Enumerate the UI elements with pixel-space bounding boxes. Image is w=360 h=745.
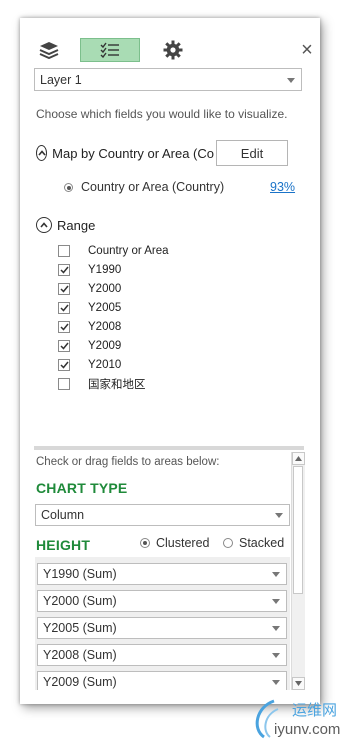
fields-list-icon[interactable] bbox=[80, 38, 140, 62]
pane-splitter[interactable] bbox=[34, 446, 304, 450]
field-checkbox-checked[interactable] bbox=[58, 302, 70, 314]
field-label: 国家和地区 bbox=[88, 379, 146, 391]
height-field-list: Y1990 (Sum) Y2000 (Sum) Y2005 (Sum) Y200… bbox=[35, 557, 290, 690]
layer-select-value: Layer 1 bbox=[40, 72, 82, 87]
chevron-down-icon bbox=[287, 77, 295, 83]
field-checkbox[interactable] bbox=[58, 378, 70, 390]
watermark-brand: 运维网 bbox=[292, 701, 338, 719]
chevron-down-icon[interactable] bbox=[272, 599, 280, 604]
height-field-item[interactable]: Y2000 (Sum) bbox=[37, 590, 287, 612]
geo-radio[interactable] bbox=[64, 182, 73, 192]
field-label: Y2009 bbox=[88, 340, 122, 352]
close-icon[interactable]: × bbox=[298, 38, 316, 62]
stacked-label: Stacked bbox=[239, 536, 285, 550]
range-header[interactable]: Range bbox=[36, 217, 95, 233]
chevron-down-icon[interactable] bbox=[272, 653, 280, 658]
stacked-radio[interactable] bbox=[223, 538, 233, 548]
field-row[interactable]: Y2008 bbox=[58, 318, 121, 336]
height-field-label: Y1990 (Sum) bbox=[43, 567, 117, 581]
layer-pane: × Layer 1 Choose which fields you would … bbox=[20, 18, 320, 704]
stacked-option[interactable]: Stacked bbox=[223, 536, 284, 550]
field-label: Y1990 bbox=[88, 264, 122, 276]
chevron-down-icon[interactable] bbox=[272, 680, 280, 685]
chart-type-select[interactable]: Column bbox=[35, 504, 290, 526]
clustered-label: Clustered bbox=[156, 536, 210, 550]
choose-fields-text: Choose which fields you would like to vi… bbox=[36, 107, 288, 121]
chevron-down-icon[interactable] bbox=[272, 626, 280, 631]
field-row[interactable]: Y1990 bbox=[58, 261, 121, 279]
geo-field-option[interactable]: Country or Area (Country) bbox=[64, 180, 224, 194]
field-row[interactable]: Y2005 bbox=[58, 299, 121, 317]
collapse-up-icon[interactable] bbox=[36, 217, 52, 233]
watermark-url: iyunv.com bbox=[274, 721, 341, 738]
field-checkbox-checked[interactable] bbox=[58, 340, 70, 352]
field-checkbox-checked[interactable] bbox=[58, 264, 70, 276]
field-row[interactable]: Y2009 bbox=[58, 337, 121, 355]
height-heading: HEIGHT bbox=[36, 537, 91, 553]
clustered-radio[interactable] bbox=[140, 538, 150, 548]
scroll-up-icon[interactable] bbox=[292, 452, 305, 465]
gear-icon[interactable] bbox=[160, 38, 186, 62]
field-label: Y2008 bbox=[88, 321, 122, 333]
drag-fields-text: Check or drag fields to areas below: bbox=[36, 456, 220, 468]
field-checkbox-checked[interactable] bbox=[58, 283, 70, 295]
height-field-label: Y2008 (Sum) bbox=[43, 648, 117, 662]
map-by-title: Map by Country or Area (Co bbox=[52, 145, 214, 161]
field-label: Y2005 bbox=[88, 302, 122, 314]
field-label: Country or Area bbox=[88, 245, 169, 257]
field-row[interactable]: 国家和地区 bbox=[58, 375, 146, 393]
scroll-down-icon[interactable] bbox=[292, 677, 305, 690]
chart-type-value: Column bbox=[41, 508, 85, 522]
vertical-scrollbar[interactable] bbox=[291, 452, 305, 690]
layers-icon[interactable] bbox=[36, 38, 62, 62]
field-checkbox[interactable] bbox=[58, 245, 70, 257]
chevron-down-icon bbox=[275, 513, 283, 518]
scroll-thumb[interactable] bbox=[293, 466, 303, 594]
height-field-label: Y2000 (Sum) bbox=[43, 594, 117, 608]
field-label: Y2000 bbox=[88, 283, 122, 295]
height-field-label: Y2005 (Sum) bbox=[43, 621, 117, 635]
height-field-item[interactable]: Y1990 (Sum) bbox=[37, 563, 287, 585]
chart-type-heading: CHART TYPE bbox=[36, 480, 128, 496]
edit-button[interactable]: Edit bbox=[216, 140, 288, 166]
range-title: Range bbox=[57, 217, 96, 233]
layer-select[interactable]: Layer 1 bbox=[34, 68, 302, 91]
height-field-item[interactable]: Y2009 (Sum) bbox=[37, 671, 287, 690]
field-row[interactable]: Country or Area bbox=[58, 242, 169, 260]
field-label: Y2010 bbox=[88, 359, 122, 371]
field-checkbox-checked[interactable] bbox=[58, 359, 70, 371]
geo-field-label: Country or Area (Country) bbox=[81, 180, 225, 194]
height-field-item[interactable]: Y2005 (Sum) bbox=[37, 617, 287, 639]
pane-toolbar: × bbox=[20, 18, 320, 68]
height-field-item[interactable]: Y2008 (Sum) bbox=[37, 644, 287, 666]
collapse-up-icon[interactable] bbox=[36, 145, 48, 161]
field-checkbox-checked[interactable] bbox=[58, 321, 70, 333]
site-watermark: 运维网 iyunv.com bbox=[248, 693, 358, 743]
map-by-header[interactable]: Map by Country or Area (Co bbox=[36, 145, 214, 161]
field-row[interactable]: Y2010 bbox=[58, 356, 121, 374]
height-field-label: Y2009 (Sum) bbox=[43, 675, 117, 689]
geo-confidence-link[interactable]: 93% bbox=[270, 180, 295, 194]
chevron-down-icon[interactable] bbox=[272, 572, 280, 577]
field-row[interactable]: Y2000 bbox=[58, 280, 121, 298]
clustered-option[interactable]: Clustered bbox=[140, 536, 210, 550]
